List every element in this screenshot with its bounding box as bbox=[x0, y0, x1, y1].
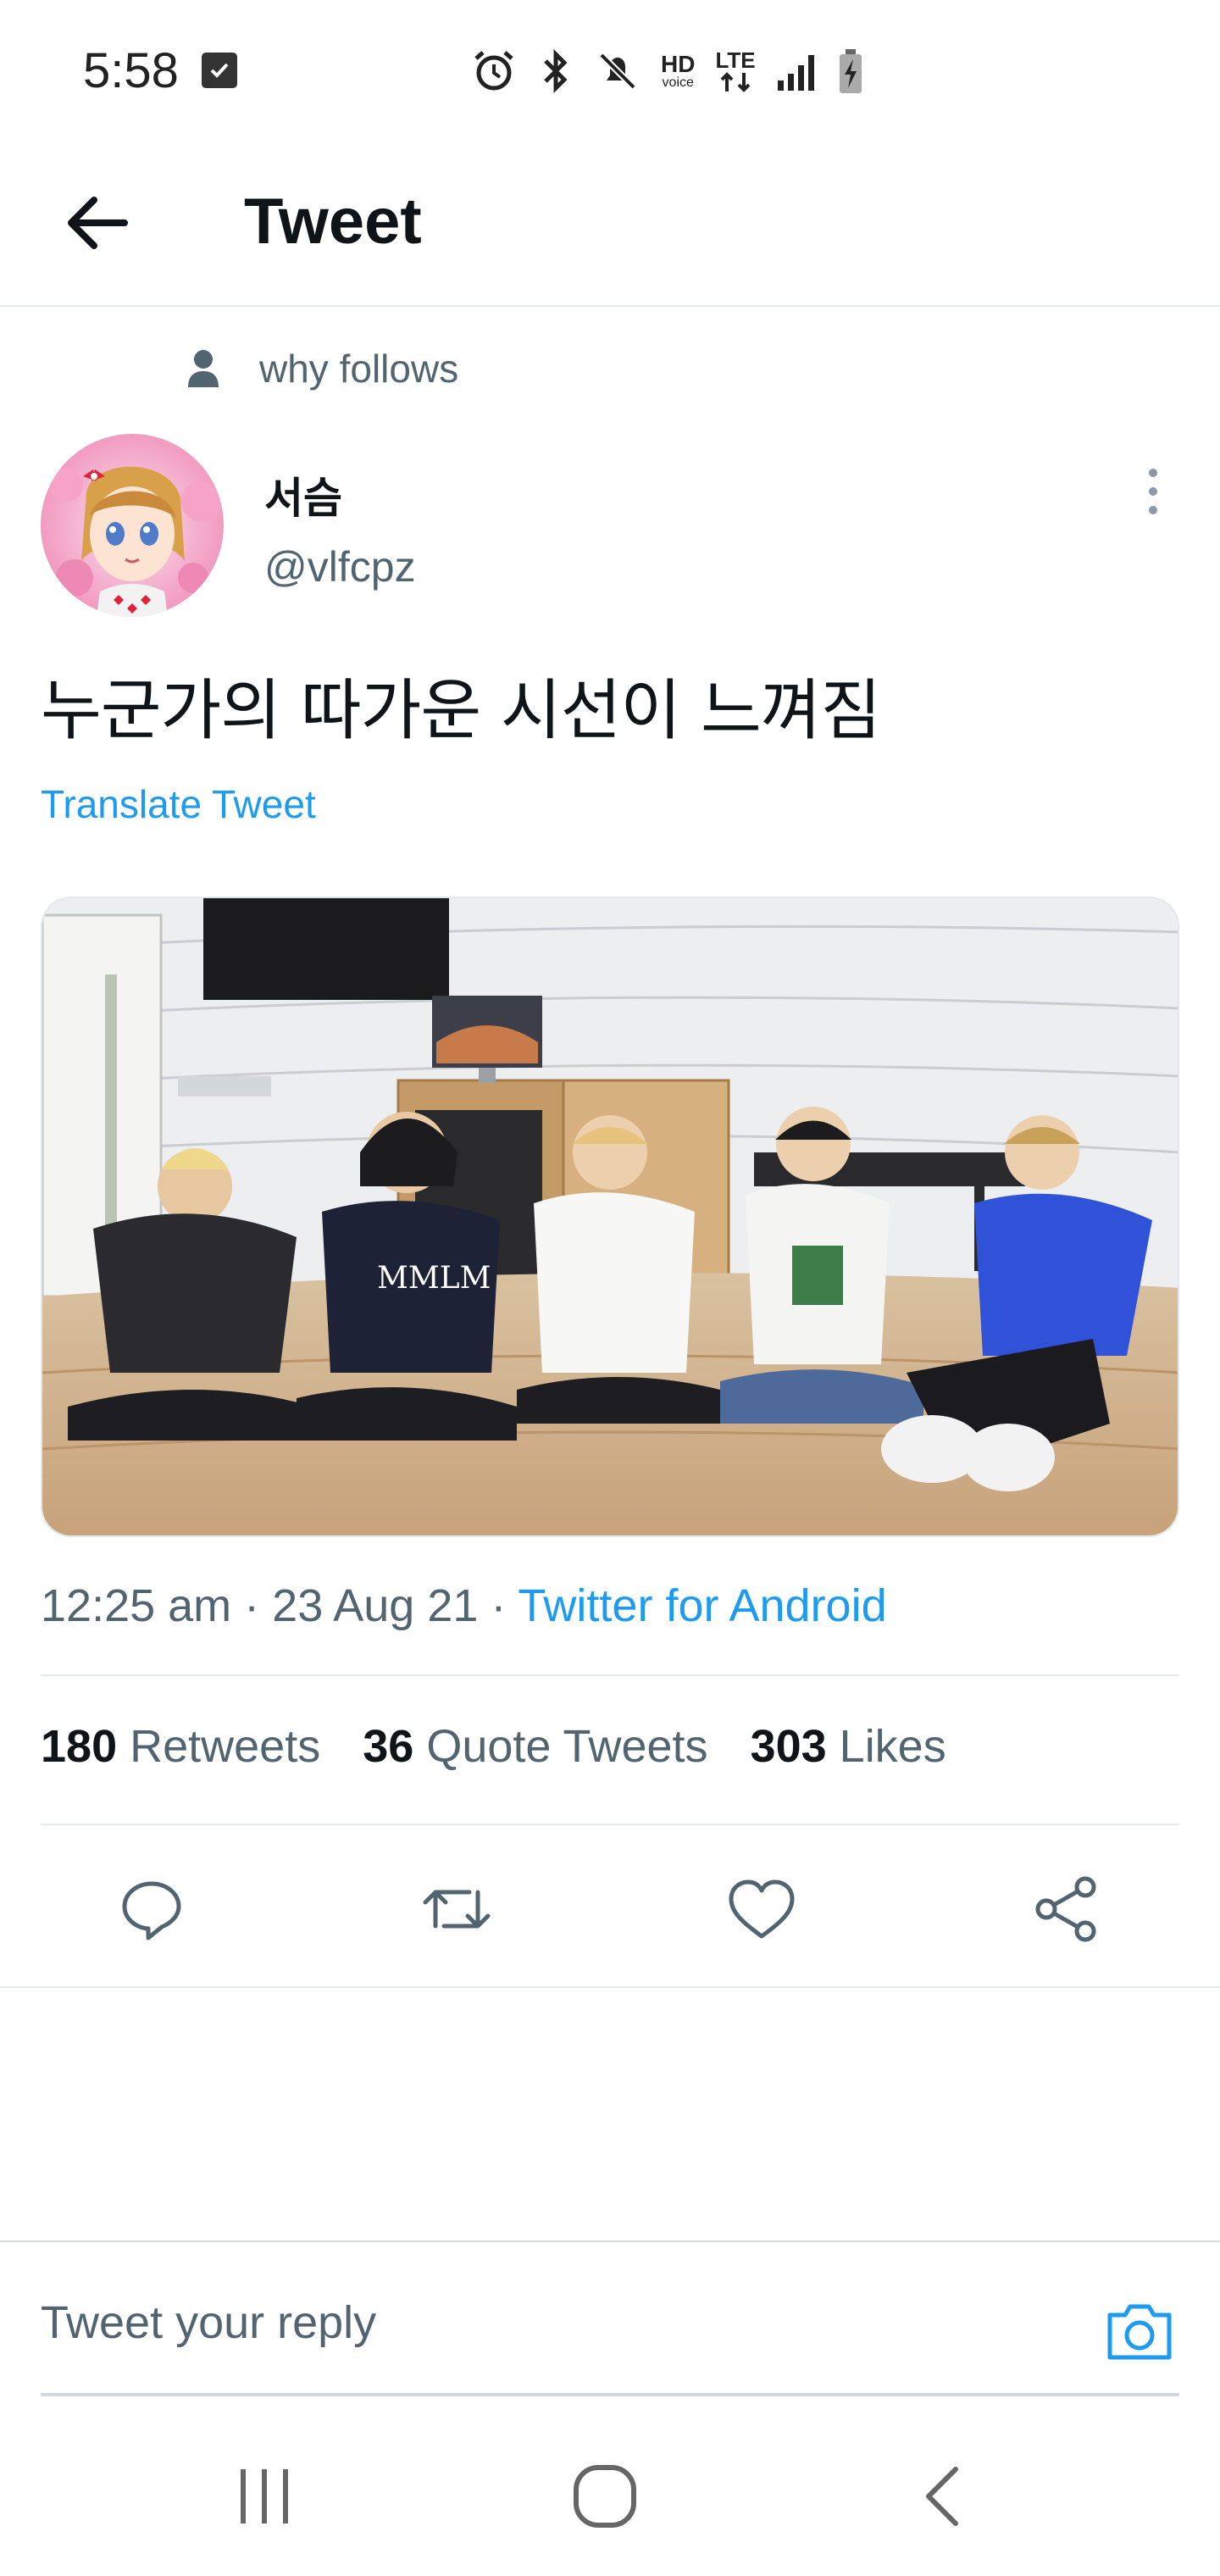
reply-underline bbox=[41, 2393, 1179, 2396]
camera-button[interactable] bbox=[1101, 2293, 1178, 2369]
system-nav-bar bbox=[0, 2407, 1220, 2576]
like-button[interactable] bbox=[724, 1871, 800, 1947]
social-context-label: why follows bbox=[259, 347, 459, 391]
reply-icon bbox=[122, 1881, 181, 1940]
tweet-source-link[interactable]: Twitter for Android bbox=[518, 1580, 886, 1631]
like-icon bbox=[729, 1879, 795, 1939]
tweet-media-image[interactable]: MMLM bbox=[41, 897, 1179, 1537]
page-title: Tweet bbox=[244, 186, 422, 258]
more-dot bbox=[1149, 506, 1157, 514]
home-icon bbox=[574, 2465, 636, 2528]
mute-icon bbox=[595, 48, 640, 94]
more-dot bbox=[1149, 469, 1157, 477]
tweet-stats: 180 Retweets 36 Quote Tweets 303 Likes bbox=[41, 1720, 946, 1773]
status-icons: HD voice LTE bbox=[471, 46, 864, 97]
checkbox-notification-icon bbox=[202, 53, 237, 88]
lte-icon: LTE bbox=[715, 49, 756, 93]
recent-apps-icon bbox=[241, 2469, 288, 2523]
alarm-icon bbox=[471, 48, 517, 94]
signal-icon bbox=[776, 48, 817, 94]
status-time: 5:58 bbox=[83, 43, 179, 98]
quote-tweets-stat[interactable]: 36 Quote Tweets bbox=[363, 1720, 707, 1773]
retweet-button[interactable] bbox=[419, 1871, 495, 1947]
translate-tweet-link[interactable]: Translate Tweet bbox=[41, 781, 316, 827]
retweets-stat[interactable]: 180 Retweets bbox=[41, 1720, 320, 1773]
home-button[interactable] bbox=[563, 2454, 647, 2539]
likes-stat[interactable]: 303 Likes bbox=[751, 1720, 946, 1773]
reply-composer: Tweet your reply bbox=[0, 2240, 1220, 2396]
top-app-bar: Tweet bbox=[0, 144, 1220, 307]
hd-voice-icon: HD voice bbox=[661, 51, 696, 90]
tweet-time: 12:25 am bbox=[41, 1580, 232, 1631]
battery-charging-icon bbox=[837, 47, 864, 95]
more-options-button[interactable] bbox=[1132, 458, 1174, 525]
chevron-left-icon bbox=[926, 2467, 958, 2526]
tweet-actions bbox=[0, 1827, 1220, 1988]
author-handle[interactable]: @vlfcpz bbox=[264, 542, 416, 591]
avatar[interactable] bbox=[41, 434, 224, 617]
person-icon bbox=[188, 350, 219, 387]
back-nav-button[interactable] bbox=[900, 2454, 984, 2539]
svg-text:MMLM: MMLM bbox=[377, 1261, 491, 1296]
reply-button[interactable] bbox=[114, 1871, 190, 1947]
divider bbox=[41, 1824, 1179, 1825]
status-bar: 5:58 HD voice LTE bbox=[0, 0, 1220, 144]
tweet-timestamp: 12:25 am · 23 Aug 21 · Twitter for Andro… bbox=[41, 1580, 887, 1631]
retweet-icon bbox=[423, 1890, 491, 1929]
back-button[interactable] bbox=[59, 185, 136, 261]
tweet-date: 23 Aug 21 bbox=[272, 1580, 479, 1631]
share-icon bbox=[1035, 1876, 1096, 1942]
more-dot bbox=[1149, 487, 1157, 496]
social-context[interactable]: why follows bbox=[186, 346, 458, 391]
divider bbox=[41, 1674, 1179, 1676]
bluetooth-icon bbox=[537, 48, 574, 94]
reply-input[interactable]: Tweet your reply bbox=[41, 2285, 1015, 2361]
recent-apps-button[interactable] bbox=[222, 2454, 307, 2539]
author-name[interactable]: 서슴 bbox=[264, 464, 342, 525]
share-button[interactable] bbox=[1029, 1871, 1105, 1947]
arrow-left-icon bbox=[68, 197, 128, 249]
tweet-text: 누군가의 따가운 시선이 느껴짐 bbox=[41, 673, 881, 749]
camera-icon bbox=[1107, 2304, 1172, 2360]
